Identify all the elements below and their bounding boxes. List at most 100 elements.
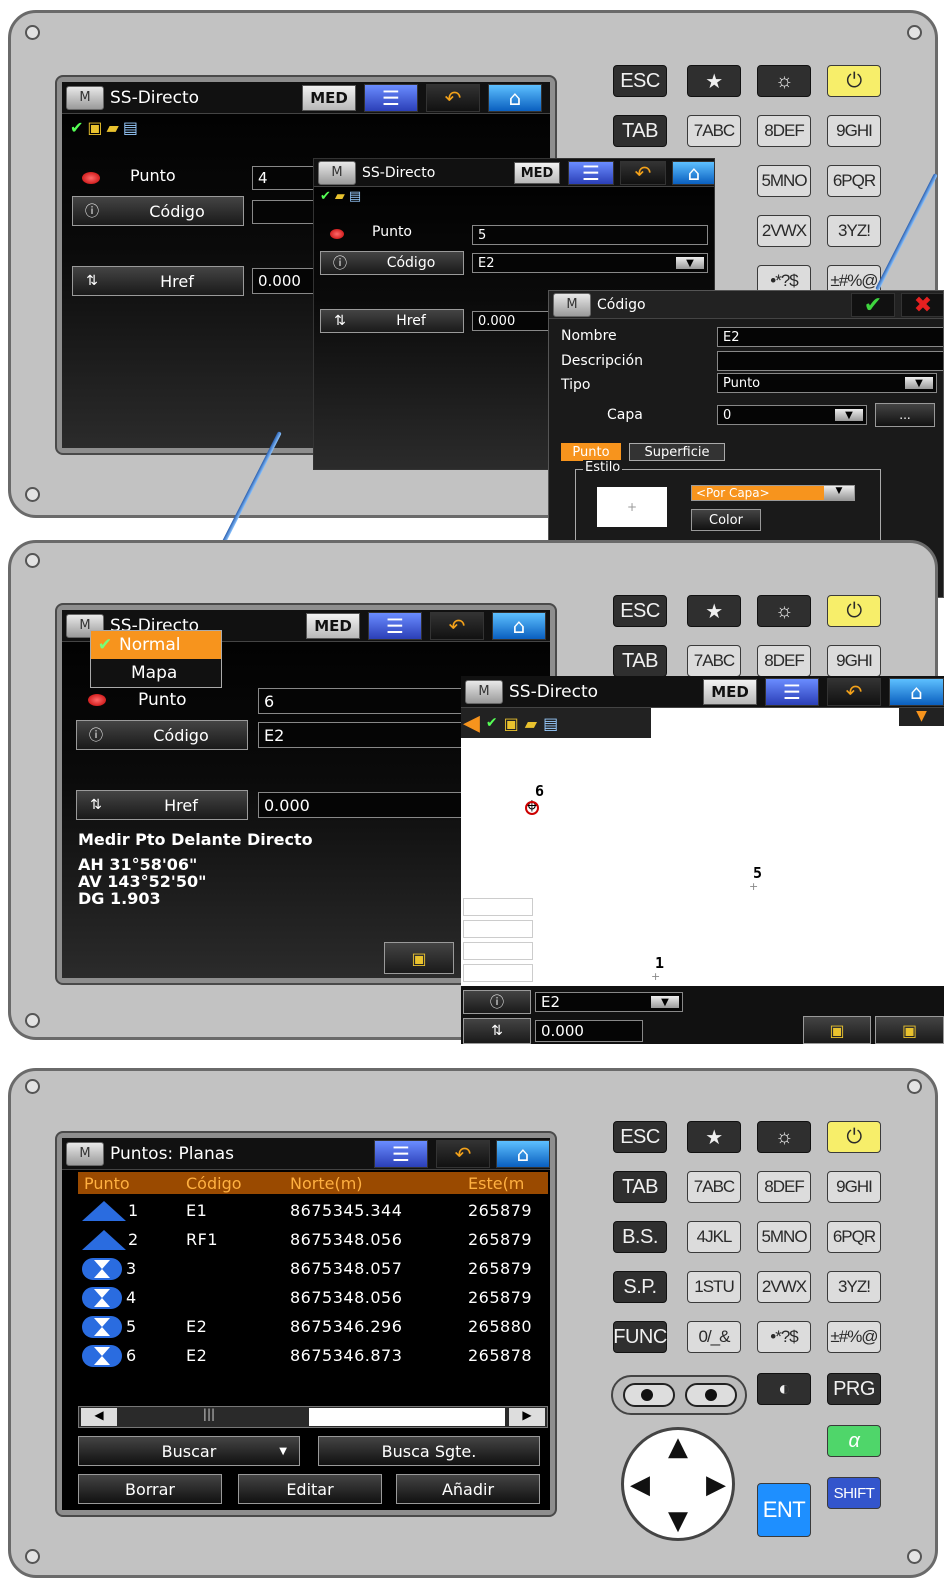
home-icon[interactable]: ⌂ xyxy=(889,678,944,706)
list-icon[interactable]: ☰ xyxy=(364,84,418,112)
measure-button[interactable]: ▣ xyxy=(803,1016,871,1044)
key-0[interactable]: 0/_& xyxy=(687,1321,741,1353)
bs-key[interactable]: B.S. xyxy=(613,1221,667,1253)
codigo-select[interactable]: E2 ▼ xyxy=(472,253,708,273)
tab-key[interactable]: TAB xyxy=(613,1171,667,1203)
star-key[interactable]: ★ xyxy=(687,65,741,97)
scroll-right-icon[interactable]: ▶ xyxy=(509,1408,545,1426)
codigo-select[interactable]: E2 ▼ xyxy=(535,992,683,1012)
home-icon[interactable]: ⌂ xyxy=(492,612,546,640)
power-key[interactable]: ⏻ xyxy=(827,65,881,97)
esc-key[interactable]: ESC xyxy=(613,1121,667,1153)
key-7[interactable]: 7ABC xyxy=(687,115,741,147)
menu-button[interactable]: M xyxy=(66,1141,104,1166)
key-9[interactable]: 9GHI xyxy=(827,645,881,677)
list-icon[interactable]: ☰ xyxy=(765,678,819,706)
key-2[interactable]: 2VWX xyxy=(757,215,811,247)
tab-superficie[interactable]: Superficie xyxy=(629,443,725,461)
borrar-button[interactable]: Borrar xyxy=(78,1474,222,1504)
home-icon[interactable]: ⌂ xyxy=(488,84,542,112)
power-key[interactable]: ⏻ xyxy=(827,1121,881,1153)
nombre-input[interactable]: E2 xyxy=(717,327,943,347)
codigo-button[interactable]: ⓘ Código xyxy=(76,720,248,750)
tipo-select[interactable]: Punto ▼ xyxy=(717,373,937,393)
horizontal-scrollbar[interactable]: ◀ ||| ▶ xyxy=(78,1406,548,1428)
key-6[interactable]: 6PQR xyxy=(827,165,881,197)
column-este[interactable]: Este(m xyxy=(462,1174,548,1193)
key-pm[interactable]: ±#%@ xyxy=(827,1321,881,1353)
prg-key[interactable]: PRG xyxy=(827,1373,881,1405)
codigo-button[interactable]: ⓘ Código xyxy=(72,196,244,226)
med-button[interactable]: MED xyxy=(514,162,560,184)
table-row[interactable]: 2 RF1 8675348.056 265879 xyxy=(78,1225,548,1254)
accept-check-icon[interactable]: ✔ xyxy=(851,293,895,318)
power-key[interactable]: ⏻ xyxy=(827,595,881,627)
key-8[interactable]: 8DEF xyxy=(757,645,811,677)
cancel-x-icon[interactable]: ✖ xyxy=(901,293,943,318)
descripcion-input[interactable] xyxy=(717,351,943,371)
menu-item-normal[interactable]: ✔ Normal xyxy=(91,631,221,659)
scrollbar-thumb[interactable] xyxy=(309,1408,505,1426)
column-punto[interactable]: Punto xyxy=(78,1174,178,1193)
med-button[interactable]: MED xyxy=(302,85,356,111)
med-button[interactable]: MED xyxy=(306,613,360,639)
key-7[interactable]: 7ABC xyxy=(687,645,741,677)
tab-key[interactable]: TAB xyxy=(613,645,667,677)
map-canvas[interactable]: ◀ ✔ ▣ ▰ ▤ ▼ 6 ⌖ 5 + 1 + xyxy=(461,708,944,986)
key-9[interactable]: 9GHI xyxy=(827,1171,881,1203)
key-9[interactable]: 9GHI xyxy=(827,115,881,147)
key-3[interactable]: 3YZ! xyxy=(827,215,881,247)
key-7[interactable]: 7ABC xyxy=(687,1171,741,1203)
list-icon[interactable]: ☰ xyxy=(368,612,422,640)
key-4[interactable]: 4JKL xyxy=(687,1221,741,1253)
href-button[interactable]: ⇅ Href xyxy=(76,790,248,820)
alpha-key[interactable]: α xyxy=(827,1425,881,1457)
key-2[interactable]: 2VWX xyxy=(757,1271,811,1303)
table-row[interactable]: 3 8675348.057 265879 xyxy=(78,1254,548,1283)
key-8[interactable]: 8DEF xyxy=(757,1171,811,1203)
back-icon[interactable]: ↶ xyxy=(436,1140,490,1168)
back-icon[interactable]: ↶ xyxy=(430,612,484,640)
illumination-key[interactable]: ◐ xyxy=(757,1373,811,1405)
capa-select[interactable]: 0 ▼ xyxy=(717,405,867,425)
expand-down-icon[interactable]: ▼ xyxy=(899,708,944,726)
back-icon[interactable]: ↶ xyxy=(620,161,666,185)
scroll-left-icon[interactable]: ◀ xyxy=(81,1408,117,1426)
esc-key[interactable]: ESC xyxy=(613,595,667,627)
table-row[interactable]: 6 E2 8675346.873 265878 xyxy=(78,1341,548,1370)
ent-key[interactable]: ENT xyxy=(757,1483,811,1537)
menu-button[interactable]: M xyxy=(465,679,503,704)
esc-key[interactable]: ESC xyxy=(613,65,667,97)
codigo-button[interactable]: ⓘ Código xyxy=(320,251,464,275)
list-icon[interactable]: ☰ xyxy=(374,1140,428,1168)
key-1[interactable]: 1STU xyxy=(687,1271,741,1303)
home-icon[interactable]: ⌂ xyxy=(672,161,714,185)
anadir-button[interactable]: Añadir xyxy=(396,1474,540,1504)
tab-key[interactable]: TAB xyxy=(613,115,667,147)
arrow-right-icon[interactable]: ▶ xyxy=(706,1470,726,1500)
arrow-down-icon[interactable]: ▼ xyxy=(668,1506,688,1536)
href-input[interactable]: 0.000 xyxy=(535,1020,643,1042)
href-button[interactable]: ⇅ Href xyxy=(320,309,464,333)
menu-item-mapa[interactable]: Mapa xyxy=(91,659,221,687)
key-dot[interactable]: •*?$ xyxy=(757,1321,811,1353)
key-5[interactable]: 5MNO xyxy=(757,1221,811,1253)
measure-record-button[interactable]: ▣ xyxy=(875,1016,944,1044)
light-key[interactable]: ☼ xyxy=(757,595,811,627)
key-8[interactable]: 8DEF xyxy=(757,115,811,147)
med-button[interactable]: MED xyxy=(703,679,757,705)
column-codigo[interactable]: Código xyxy=(178,1174,282,1193)
collapse-left-icon[interactable]: ◀ xyxy=(463,711,480,736)
arrow-up-icon[interactable]: ▲ xyxy=(668,1432,688,1462)
estilo-select[interactable]: <Por Capa> ▼ xyxy=(691,485,855,501)
busca-sgte-button[interactable]: Busca Sgte. xyxy=(318,1436,540,1466)
table-row[interactable]: 5 E2 8675346.296 265880 xyxy=(78,1312,548,1341)
list-icon[interactable]: ☰ xyxy=(568,161,614,185)
shift-key[interactable]: SHIFT xyxy=(827,1477,881,1509)
key-6[interactable]: 6PQR xyxy=(827,1221,881,1253)
href-button[interactable]: ⇅ xyxy=(463,1018,531,1044)
buscar-dropdown[interactable]: Buscar ▼ xyxy=(78,1436,300,1466)
home-icon[interactable]: ⌂ xyxy=(496,1140,550,1168)
arrow-left-icon[interactable]: ◀ xyxy=(630,1470,650,1500)
measure-button[interactable]: ▣ xyxy=(384,942,454,974)
